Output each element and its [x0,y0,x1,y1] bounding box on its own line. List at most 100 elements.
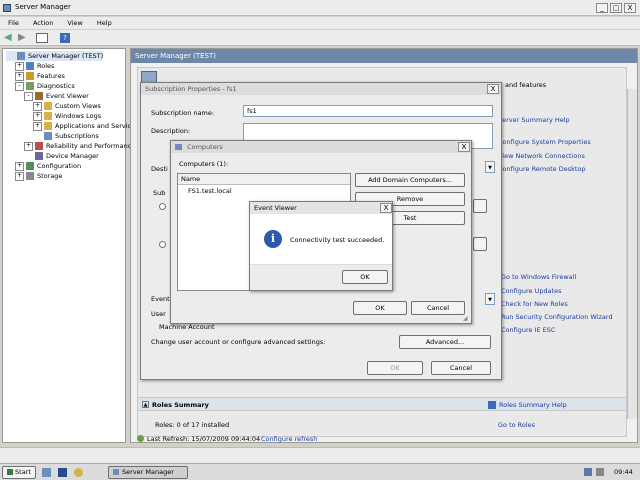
start-button[interactable]: Start [2,466,36,479]
message-box-titlebar[interactable]: Event Viewer [250,202,392,214]
tree-item-label: Configuration [37,162,82,170]
close-button[interactable]: X [624,3,636,13]
tree-item[interactable]: Server Manager (TEST) [6,51,104,61]
subscription-name-value: fs1 [247,107,257,115]
server-manager-quicklaunch-icon[interactable] [42,468,51,477]
check-new-roles-link[interactable]: Check for New Roles [501,300,568,308]
message-box-title: Event Viewer [254,204,297,212]
name-column-header[interactable]: Name [178,174,350,185]
forward-icon[interactable]: ▶ [18,32,26,43]
back-icon[interactable]: ◀ [4,32,12,43]
resize-grip[interactable]: ◢ [463,315,468,322]
tree-item[interactable]: + Features [15,71,65,81]
computers-ok-button[interactable]: OK [353,301,407,315]
tree-item[interactable]: Device Manager [24,151,99,161]
tree-item[interactable]: + Storage [15,171,62,181]
subscription-dialog-close-button[interactable]: X [487,84,499,94]
tree-node-icon [44,122,52,130]
network-tray-icon[interactable] [584,468,592,476]
tree-item-label: Storage [37,172,63,180]
message-box-ok-button[interactable]: OK [342,270,388,284]
message-box-close-button[interactable]: X [380,203,392,213]
tree-item[interactable]: + Roles [15,61,54,71]
roles-summary-help-link[interactable]: Roles Summary Help [499,401,567,409]
events-dropdown[interactable]: ▼ [485,293,495,305]
collapse-icon[interactable]: ▲ [142,401,149,408]
subscription-dialog-titlebar[interactable]: Subscription Properties - fs1 [141,83,501,95]
expand-toggle-icon[interactable]: + [15,61,24,71]
configure-ie-esc-link[interactable]: Configure IE ESC [501,326,555,334]
expand-toggle-icon[interactable]: - [24,91,33,101]
computers-dialog-titlebar[interactable]: Computers [171,141,471,153]
maximize-button[interactable]: □ [610,3,622,13]
tree-item[interactable]: + Reliability and Performanc [24,141,131,151]
expand-toggle-icon[interactable]: + [15,71,24,81]
tree-node-icon [26,62,34,70]
menu-file[interactable]: File [8,17,19,29]
volume-tray-icon[interactable] [596,468,604,476]
minimize-button[interactable]: _ [596,3,608,13]
advanced-button[interactable]: Advanced... [399,335,491,349]
taskbar-server-manager-button[interactable]: Server Manager [108,466,188,479]
tree-node-icon [35,152,43,160]
tree-node-icon [26,72,34,80]
subscription-cancel-button[interactable]: Cancel [431,361,491,375]
subscription-ok-button[interactable]: OK [367,361,423,375]
menu-action[interactable]: Action [33,17,53,29]
help-icon[interactable]: ? [60,33,70,43]
powershell-quicklaunch-icon[interactable] [58,468,67,477]
window-titlebar[interactable]: Server Manager _ □ X [0,0,640,16]
computers-dialog-close-button[interactable]: X [458,142,470,152]
select-computers-button[interactable] [473,199,487,213]
configure-remote-desktop-link[interactable]: Configure Remote Desktop [498,165,586,173]
configure-updates-link[interactable]: Configure Updates [501,287,562,295]
tree-item-label: Roles [37,62,55,70]
expand-toggle-icon[interactable]: + [15,161,24,171]
event-viewer-message-box: Event Viewer X i Connectivity test succe… [249,201,393,291]
computer-name: FS1.test.local [188,187,232,195]
information-icon: i [264,230,282,248]
computers-cancel-button[interactable]: Cancel [411,301,465,315]
go-to-roles-link[interactable]: Go to Roles [498,421,535,429]
configure-refresh-link[interactable]: Configure refresh [261,435,317,443]
select-computer-groups-button[interactable] [473,237,487,251]
clock[interactable]: 09:44 [614,468,633,476]
tree-item[interactable]: - Diagnostics [15,81,75,91]
list-item[interactable]: FS1.test.local [178,186,350,196]
tree-item[interactable]: + Custom Views [33,101,101,111]
collector-initiated-radio[interactable] [159,203,166,210]
menu-help[interactable]: Help [97,17,112,29]
add-domain-computers-button[interactable]: Add Domain Computers... [355,173,465,187]
expand-toggle-icon[interactable]: + [33,111,42,121]
change-user-text: Change user account or configure advance… [151,338,326,346]
destination-dropdown[interactable]: ▼ [485,161,495,173]
tree-item[interactable]: - Event Viewer [24,91,89,101]
configure-system-properties-link[interactable]: Configure System Properties [498,138,591,146]
tree-item[interactable]: + Configuration [15,161,81,171]
expand-toggle-icon[interactable]: + [24,141,33,151]
explorer-quicklaunch-icon[interactable] [74,468,83,477]
show-hide-tree-icon[interactable] [36,33,48,43]
tree-item[interactable]: + Applications and Servic [33,121,131,131]
menu-bar: File Action View Help [0,17,640,29]
go-to-windows-firewall-link[interactable]: Go to Windows Firewall [501,273,576,281]
server-summary-help-link[interactable]: Server Summary Help [498,116,570,124]
expand-toggle-icon[interactable]: + [33,121,42,131]
app-icon [3,4,11,12]
roles-summary-help-icon[interactable] [488,401,496,409]
tree-item[interactable]: Subscriptions [33,131,99,141]
expand-toggle-icon[interactable]: + [33,101,42,111]
subscription-name-input[interactable]: fs1 [243,105,493,117]
expand-toggle-icon[interactable]: + [15,171,24,181]
computers-count-label: Computers (1): [179,160,229,168]
menu-view[interactable]: View [67,17,82,29]
tree-item-label: Custom Views [55,102,101,110]
run-security-wizard-link[interactable]: Run Security Configuration Wizard [501,313,613,321]
expand-toggle-icon[interactable]: - [15,81,24,91]
source-initiated-radio[interactable] [159,241,166,248]
tree-node-icon [44,112,52,120]
tree-item-label: Applications and Servic [55,122,132,130]
tree-item[interactable]: + Windows Logs [33,111,101,121]
vertical-scrollbar[interactable] [627,89,637,419]
view-network-connections-link[interactable]: View Network Connections [498,152,585,160]
